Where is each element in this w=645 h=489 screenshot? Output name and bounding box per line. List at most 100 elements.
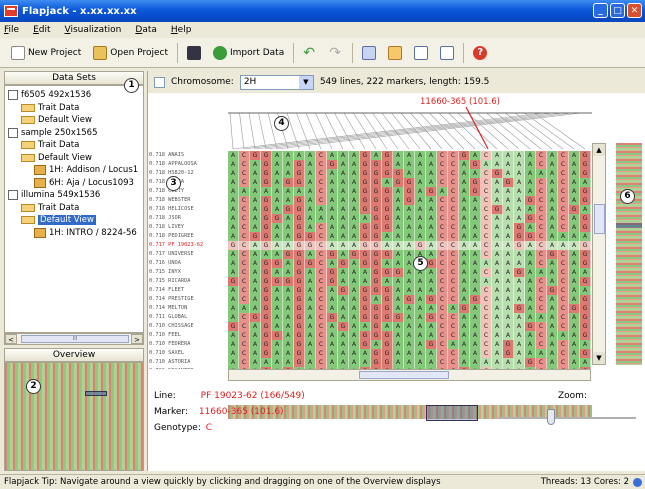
genotype-cell[interactable]: C [448, 187, 459, 196]
genotype-cell[interactable]: G [360, 187, 371, 196]
genotype-cell[interactable]: C [239, 322, 250, 331]
genotype-cell[interactable]: A [250, 304, 261, 313]
genotype-cell[interactable]: G [382, 358, 393, 367]
genotype-cell[interactable]: A [569, 259, 580, 268]
genotype-cell[interactable]: A [393, 151, 404, 160]
line-name[interactable]: 0.718 APPALOOSA [148, 160, 228, 169]
grid-vscroll-thumb[interactable] [594, 204, 605, 234]
genotype-cell[interactable]: G [283, 277, 294, 286]
genotype-cell[interactable]: C [558, 313, 569, 322]
genotype-cell[interactable]: G [360, 241, 371, 250]
genotype-cell[interactable]: A [316, 205, 327, 214]
genotype-cell[interactable]: C [437, 349, 448, 358]
genotype-cell[interactable]: A [492, 178, 503, 187]
tree-item[interactable]: Default View [21, 214, 96, 226]
genotype-cell[interactable]: C [558, 223, 569, 232]
genotype-cell[interactable]: A [492, 223, 503, 232]
genotype-cell[interactable]: G [360, 340, 371, 349]
genotype-cell[interactable]: A [459, 358, 470, 367]
genotype-cell[interactable]: G [360, 232, 371, 241]
genotype-cell[interactable]: G [283, 178, 294, 187]
genotype-cell[interactable]: G [404, 178, 415, 187]
genotype-cell[interactable]: C [437, 205, 448, 214]
genotype-cell[interactable]: A [228, 331, 239, 340]
genotype-cell[interactable]: C [536, 358, 547, 367]
genotype-cell[interactable]: C [536, 187, 547, 196]
genotype-cell[interactable]: A [503, 295, 514, 304]
genotype-cell[interactable]: A [415, 349, 426, 358]
grid-hscroll-thumb[interactable] [359, 371, 449, 379]
genotype-cell[interactable]: A [569, 151, 580, 160]
genotype-cell[interactable]: A [547, 223, 558, 232]
genotype-cell[interactable]: A [228, 187, 239, 196]
genotype-cell[interactable]: A [349, 295, 360, 304]
genotype-cell[interactable]: C [481, 304, 492, 313]
genotype-cell[interactable]: G [294, 169, 305, 178]
genotype-cell[interactable]: G [305, 241, 316, 250]
genotype-cell[interactable]: G [393, 169, 404, 178]
genotype-cell[interactable]: A [503, 187, 514, 196]
genotype-cell[interactable]: A [426, 331, 437, 340]
genotype-cell[interactable]: G [294, 313, 305, 322]
genotype-cell[interactable]: C [316, 241, 327, 250]
genotype-cell[interactable]: A [250, 322, 261, 331]
genotype-cell[interactable]: A [525, 295, 536, 304]
genotype-cell[interactable]: C [239, 241, 250, 250]
genotype-cell[interactable]: G [261, 214, 272, 223]
genotype-cell[interactable]: A [404, 313, 415, 322]
genotype-cell[interactable]: G [371, 277, 382, 286]
genotype-cell[interactable]: A [239, 304, 250, 313]
genotype-cell[interactable]: G [294, 331, 305, 340]
genotype-cell[interactable]: A [470, 358, 481, 367]
genotype-cell[interactable]: C [558, 214, 569, 223]
genotype-cell[interactable]: A [393, 331, 404, 340]
genotype-cell[interactable]: A [492, 241, 503, 250]
genotype-cell[interactable]: C [316, 277, 327, 286]
genotype-cell[interactable]: C [558, 205, 569, 214]
genotype-cell[interactable]: G [382, 214, 393, 223]
genotype-cell[interactable]: G [294, 295, 305, 304]
genotype-cell[interactable]: A [514, 196, 525, 205]
genotype-cell[interactable]: A [503, 268, 514, 277]
menu-data[interactable]: Data [135, 25, 157, 35]
genotype-cell[interactable]: A [415, 331, 426, 340]
genotype-cell[interactable]: A [305, 331, 316, 340]
genotype-cell[interactable]: A [426, 151, 437, 160]
genotype-cell[interactable]: G [580, 277, 591, 286]
maximize-button[interactable]: □ [610, 3, 625, 18]
genotype-cell[interactable]: C [316, 313, 327, 322]
genotype-cell[interactable]: C [536, 232, 547, 241]
genotype-cell[interactable]: A [338, 295, 349, 304]
genotype-cell[interactable]: C [448, 250, 459, 259]
genotype-cell[interactable]: A [426, 214, 437, 223]
genotype-cell[interactable]: A [415, 286, 426, 295]
genotype-cell[interactable]: C [239, 358, 250, 367]
genotype-cell[interactable]: C [558, 286, 569, 295]
genotype-cell[interactable]: G [261, 232, 272, 241]
genotype-cell[interactable]: A [470, 151, 481, 160]
genotype-cell[interactable]: A [393, 214, 404, 223]
genotype-cell[interactable]: A [547, 340, 558, 349]
genotype-cell[interactable]: A [338, 250, 349, 259]
genotype-cell[interactable]: A [525, 151, 536, 160]
genotype-cell[interactable]: C [536, 196, 547, 205]
genotype-cell[interactable]: A [547, 349, 558, 358]
genotype-cell[interactable]: G [360, 178, 371, 187]
genotype-cell[interactable]: C [437, 178, 448, 187]
genotype-cell[interactable]: G [580, 313, 591, 322]
genotype-cell[interactable]: A [470, 349, 481, 358]
genotype-cell[interactable]: G [371, 268, 382, 277]
genotype-cell[interactable]: C [536, 178, 547, 187]
genotype-cell[interactable]: A [415, 304, 426, 313]
genotype-cell[interactable]: C [536, 205, 547, 214]
genotype-cell[interactable]: A [547, 205, 558, 214]
tree-horizontal-scrollbar[interactable]: < III > [4, 333, 144, 345]
genotype-cell[interactable]: A [393, 160, 404, 169]
genotype-cell[interactable]: A [349, 277, 360, 286]
genotype-cell[interactable]: A [481, 277, 492, 286]
genotype-cell[interactable]: A [393, 358, 404, 367]
genotype-cell[interactable]: C [481, 286, 492, 295]
genotype-cell[interactable]: G [360, 259, 371, 268]
genotype-cell[interactable]: A [250, 331, 261, 340]
genotype-cell[interactable]: A [525, 349, 536, 358]
